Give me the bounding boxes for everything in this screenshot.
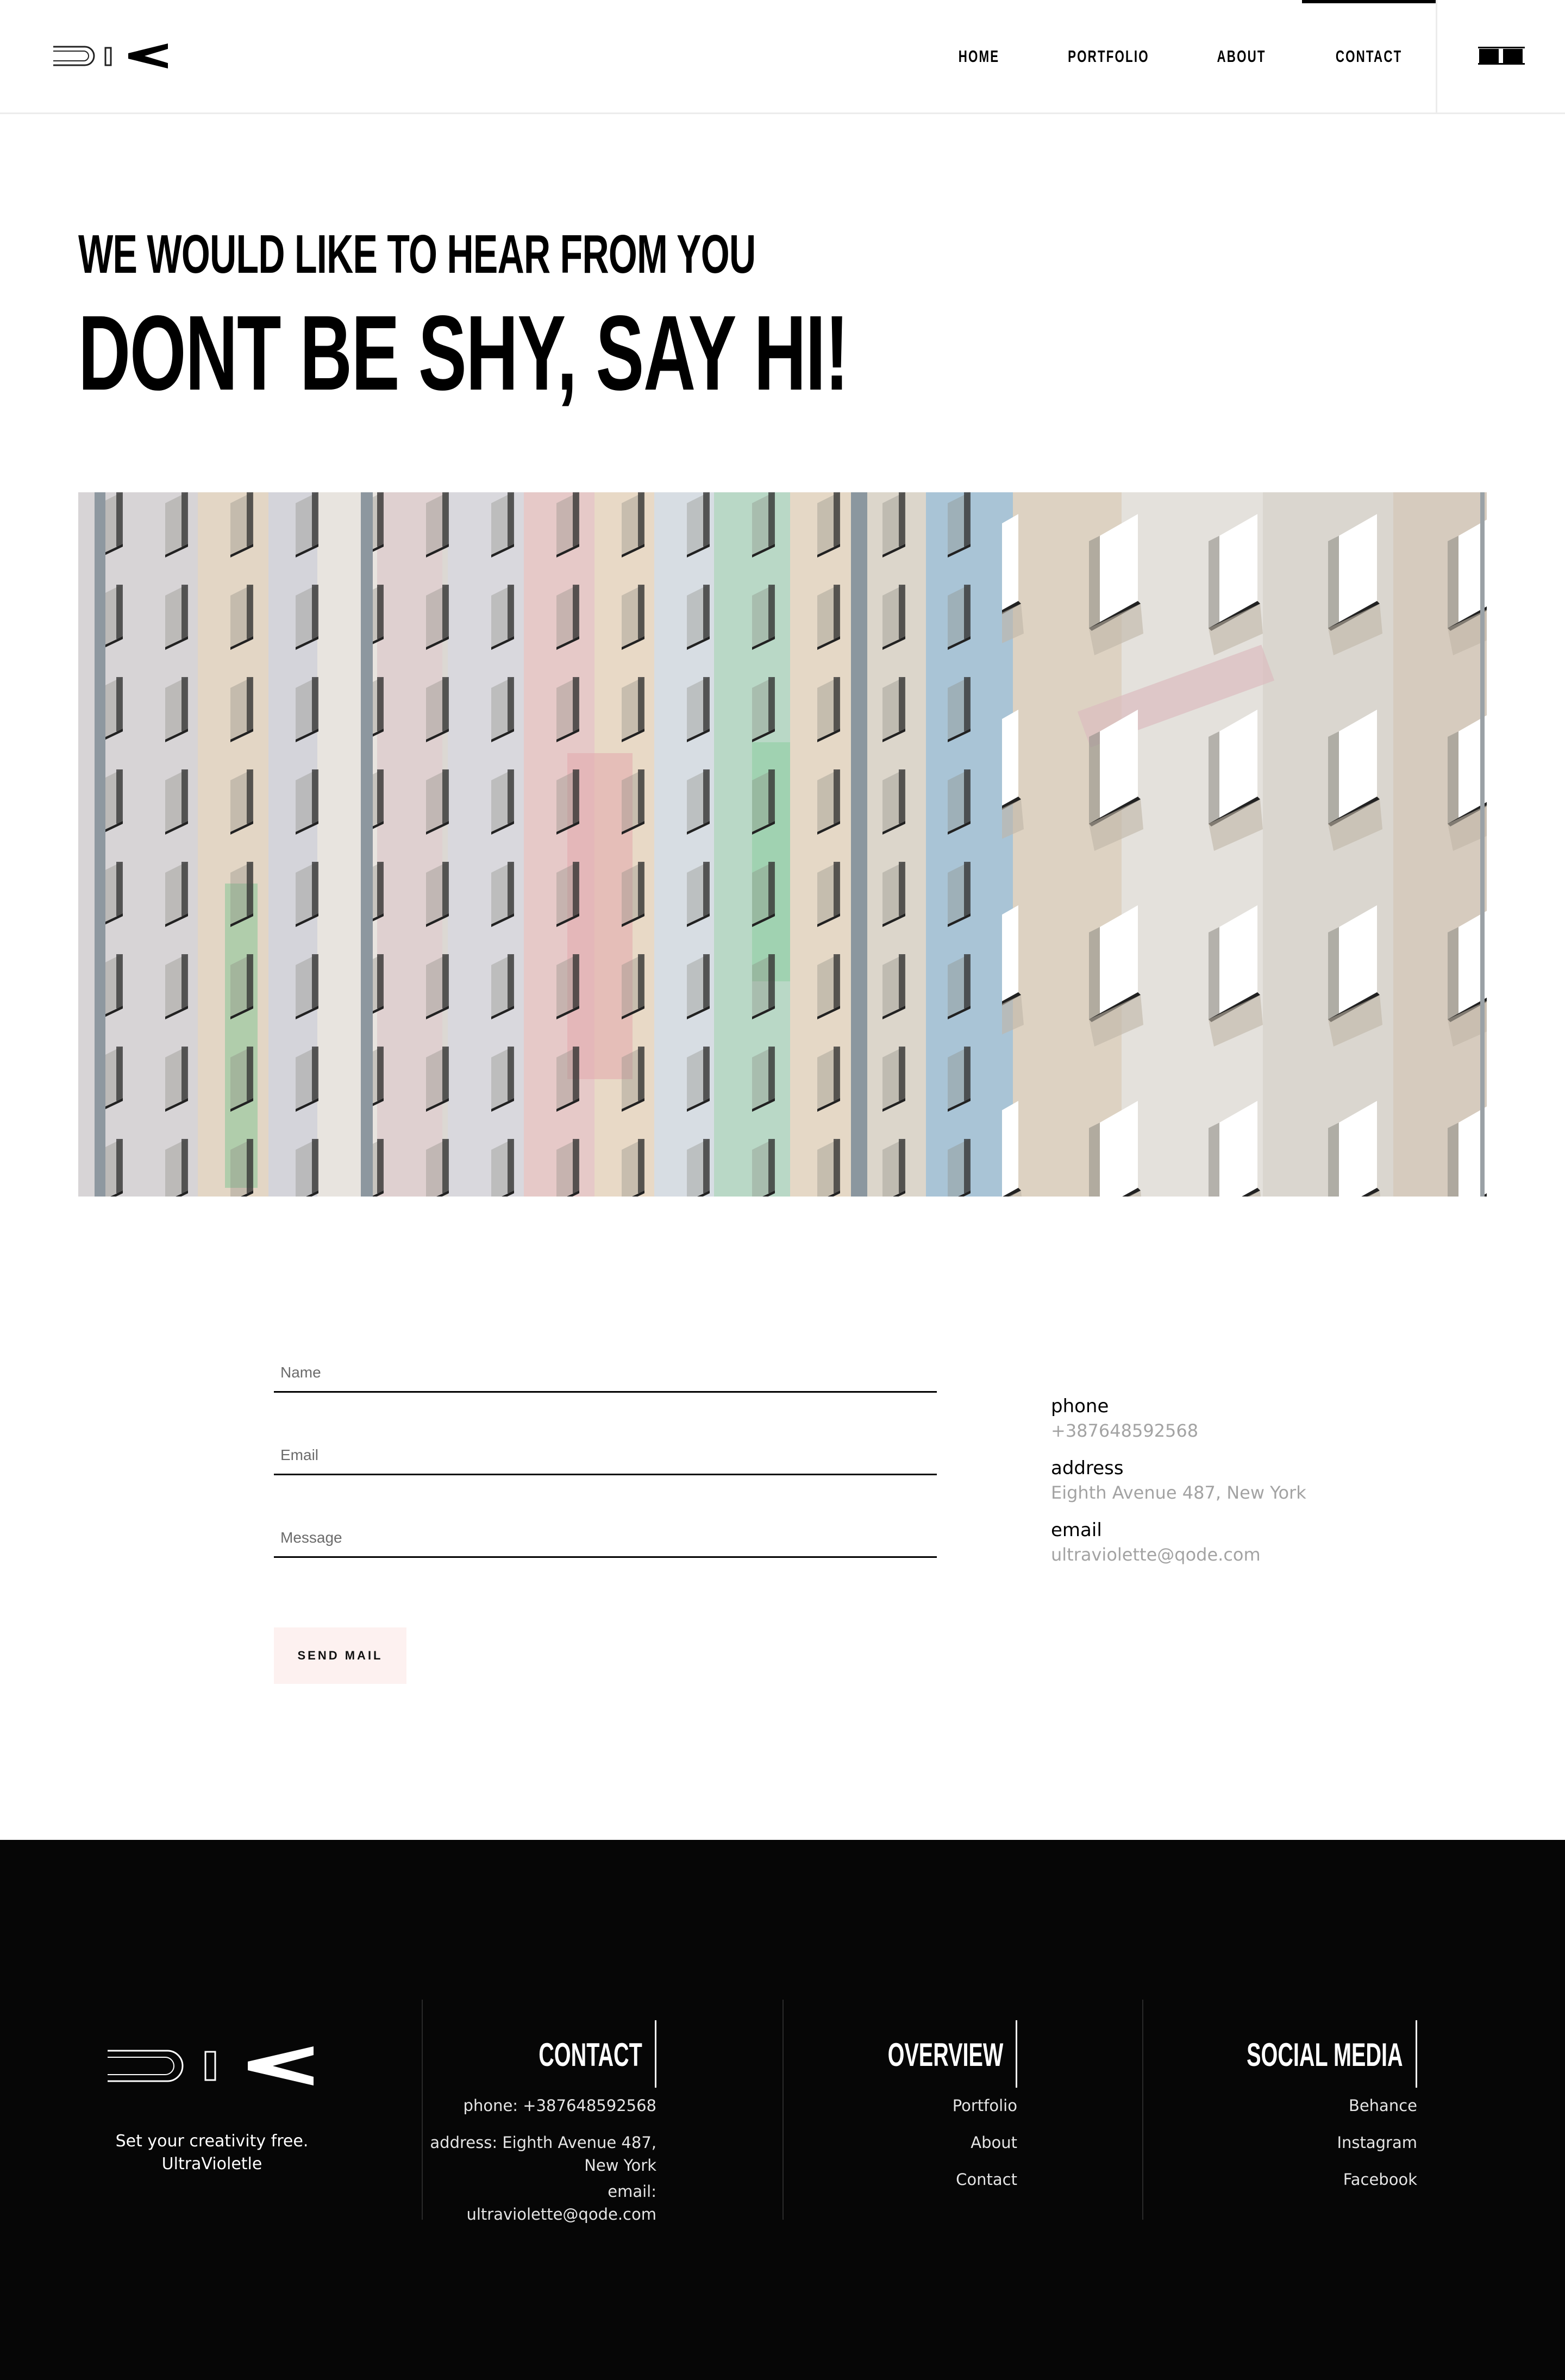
footer-address-line-2: New York bbox=[584, 2156, 656, 2175]
footer-contact-heading-wrap: CONTACT bbox=[446, 2039, 642, 2071]
send-mail-button[interactable]: SEND MAIL bbox=[274, 1627, 406, 1684]
header-divider bbox=[1436, 0, 1437, 112]
footer-divider bbox=[782, 2000, 784, 2220]
page-title: DONT BE SHY, SAY HI! bbox=[78, 293, 849, 412]
footer-link-behance[interactable]: Behance bbox=[1157, 2094, 1417, 2117]
footer-phone: phone: +387648592568 bbox=[463, 2096, 656, 2115]
footer-overview-heading: OVERVIEW bbox=[887, 2037, 1003, 2073]
name-field[interactable] bbox=[274, 1348, 937, 1393]
nav-home[interactable]: HOME bbox=[946, 0, 1012, 112]
site-logo[interactable] bbox=[52, 41, 169, 71]
footer-link-facebook[interactable]: Facebook bbox=[1157, 2168, 1417, 2191]
footer-contact-accent-bar bbox=[655, 2020, 656, 2088]
nav-contact-label: CONTACT bbox=[1335, 46, 1403, 66]
footer-contact-heading: CONTACT bbox=[539, 2037, 642, 2073]
footer-overview-heading-wrap: OVERVIEW bbox=[804, 2039, 1003, 2071]
footer-social-heading-wrap: SOCIAL MEDIA bbox=[1163, 2039, 1403, 2071]
nav-home-label: HOME bbox=[958, 46, 999, 66]
footer-address-line-1: address: Eighth Avenue 487, bbox=[430, 2133, 656, 2152]
footer-tagline: Set your creativity free. UltraVioletle bbox=[103, 2130, 321, 2176]
nav-portfolio-label: PORTFOLIO bbox=[1068, 46, 1149, 66]
footer-logo[interactable] bbox=[107, 2046, 315, 2085]
menu-icon[interactable] bbox=[1478, 46, 1525, 65]
footer-link-about[interactable]: About bbox=[799, 2131, 1017, 2154]
email-input[interactable] bbox=[274, 1439, 937, 1471]
tagline-line-2: UltraVioletle bbox=[161, 2154, 262, 2174]
name-input[interactable] bbox=[274, 1356, 937, 1389]
footer-divider bbox=[422, 2000, 423, 2220]
nav-portfolio[interactable]: PORTFOLIO bbox=[1054, 0, 1163, 112]
footer-overview-accent-bar bbox=[1016, 2020, 1017, 2088]
message-field[interactable] bbox=[274, 1513, 937, 1558]
address-label: address bbox=[1051, 1457, 1124, 1479]
email-field[interactable] bbox=[274, 1430, 937, 1475]
footer-link-contact[interactable]: Contact bbox=[799, 2168, 1017, 2191]
footer-link-instagram[interactable]: Instagram bbox=[1157, 2131, 1417, 2154]
footer-social-accent-bar bbox=[1416, 2020, 1417, 2088]
nav-about[interactable]: ABOUT bbox=[1201, 0, 1282, 112]
nav-about-label: ABOUT bbox=[1217, 46, 1267, 66]
phone-value: +387648592568 bbox=[1051, 1420, 1199, 1441]
tagline-line-1: Set your creativity free. bbox=[115, 2132, 309, 2151]
building-facade-image bbox=[78, 492, 1487, 1197]
email-label: email bbox=[1051, 1519, 1102, 1541]
footer-divider bbox=[1142, 2000, 1143, 2220]
message-input[interactable] bbox=[274, 1521, 937, 1554]
footer-email[interactable]: email: ultraviolette@qode.com bbox=[424, 2180, 656, 2226]
address-value: Eighth Avenue 487, New York bbox=[1051, 1482, 1306, 1503]
nav-active-indicator bbox=[1302, 0, 1436, 3]
footer-contact-list: phone: +387648592568 address: Eighth Ave… bbox=[424, 2094, 656, 2226]
footer-social-heading: SOCIAL MEDIA bbox=[1247, 2037, 1403, 2073]
footer-link-portfolio[interactable]: Portfolio bbox=[799, 2094, 1017, 2117]
phone-label: phone bbox=[1051, 1395, 1109, 1417]
footer-social-list: Behance Instagram Facebook bbox=[1157, 2094, 1417, 2191]
email-value[interactable]: ultraviolette@qode.com bbox=[1051, 1544, 1261, 1565]
footer-overview-list: Portfolio About Contact bbox=[799, 2094, 1017, 2191]
page-subtitle: WE WOULD LIKE TO HEAR FROM YOU bbox=[78, 224, 756, 285]
nav-contact[interactable]: CONTACT bbox=[1302, 0, 1436, 112]
